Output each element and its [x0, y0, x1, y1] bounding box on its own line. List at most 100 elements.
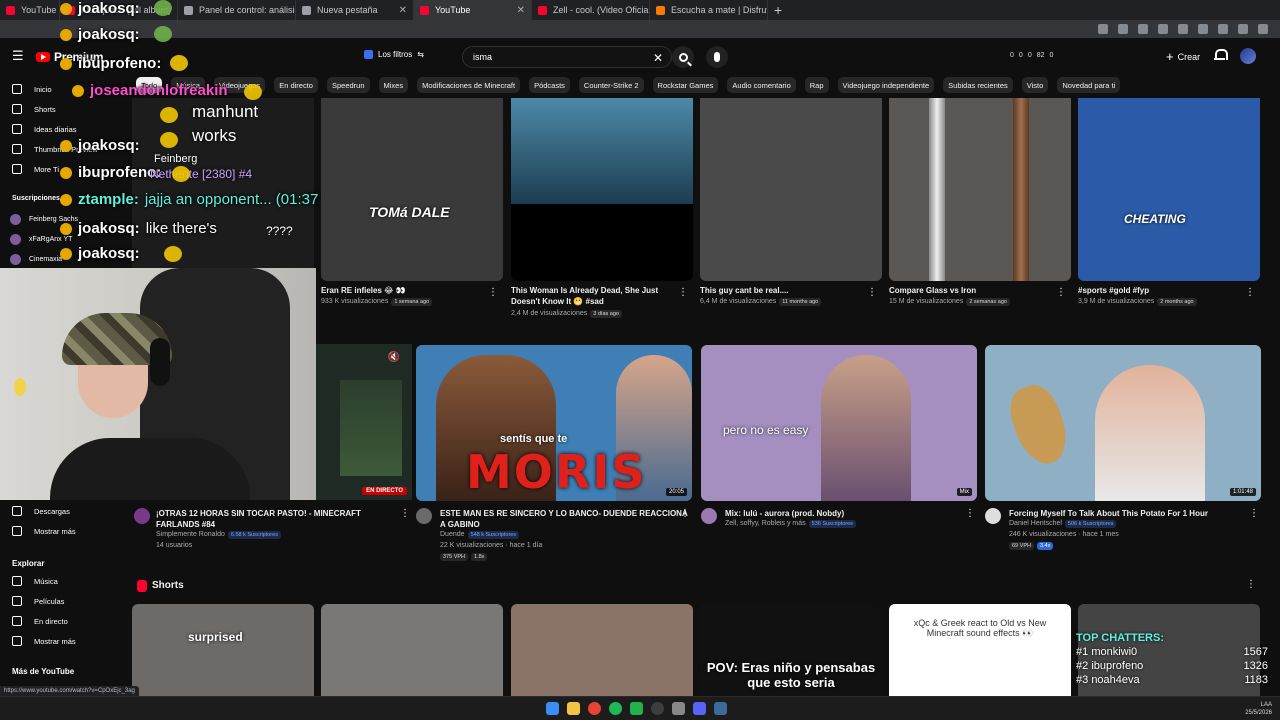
video-thumbnail[interactable]: 1:01:48 — [985, 345, 1261, 501]
filters-button[interactable]: Los filtros ⇆ — [364, 50, 424, 59]
search-input[interactable] — [473, 52, 643, 62]
create-button[interactable]: + Crear — [1166, 49, 1200, 64]
browser-tab[interactable]: Escucha a mate | Disfruta de la✕ — [650, 0, 768, 20]
extension-icon[interactable] — [1138, 24, 1148, 34]
steam-icon[interactable] — [714, 702, 727, 715]
file-explorer-icon[interactable] — [567, 702, 580, 715]
chip-6[interactable]: Modificaciones de Minecraft — [417, 77, 521, 93]
app-icon[interactable] — [672, 702, 685, 715]
video-menu-icon[interactable]: ⋮ — [867, 287, 877, 298]
video-title[interactable]: Mix: lulú - aurora (prod. Nobdy) — [725, 508, 975, 519]
extension-icon[interactable] — [1158, 24, 1168, 34]
video-menu-icon[interactable]: ⋮ — [680, 508, 690, 519]
sidebar-item[interactable]: Ideas diarias — [12, 124, 77, 134]
video-menu-icon[interactable]: ⋮ — [488, 287, 498, 298]
bookmark-star-icon[interactable] — [1118, 24, 1128, 34]
video-title[interactable]: This Woman Is Already Dead, She Just Doe… — [511, 285, 676, 307]
search-button[interactable] — [672, 46, 694, 68]
sidebar-item[interactable]: Mostrar más — [12, 526, 76, 536]
menu-dots-icon[interactable] — [1258, 24, 1268, 34]
short-thumbnail[interactable]: xQc & Greek react to Old vs New Minecraf… — [889, 604, 1071, 696]
account-avatar[interactable] — [1240, 48, 1256, 64]
chip-7[interactable]: Pódcasts — [529, 77, 570, 93]
video-title[interactable]: Compare Glass vs Iron — [889, 285, 1054, 296]
sidebar-item[interactable]: En directo — [12, 616, 68, 626]
video-thumbnail[interactable]: pero no es easy Mix — [701, 345, 977, 501]
channel-avatar[interactable] — [985, 508, 1001, 524]
browser-tab[interactable]: Zell - cool. (Video Oficial) - You✕ — [532, 0, 650, 20]
browser-tab[interactable]: Nueva pestaña ✕ — [296, 0, 414, 20]
short-thumbnail[interactable] — [511, 604, 693, 696]
start-windows-icon[interactable] — [546, 702, 559, 715]
video-thumbnail[interactable]: 🔇 EN DIRECTO — [316, 344, 412, 500]
hamburger-menu-icon[interactable]: ☰ — [12, 49, 24, 62]
minecraft-icon[interactable] — [630, 702, 643, 715]
chrome-icon[interactable] — [588, 702, 601, 715]
video-thumbnail[interactable]: sentís que te MORIS 20:05 — [416, 345, 692, 501]
video-menu-icon[interactable]: ⋮ — [1056, 287, 1066, 298]
voice-search-button[interactable] — [706, 46, 728, 68]
video-thumbnail[interactable] — [889, 98, 1071, 281]
sidebar-item[interactable]: More Ti — [12, 164, 59, 174]
video-thumbnail[interactable] — [700, 98, 882, 281]
extension-icon[interactable] — [1218, 24, 1228, 34]
chip-12[interactable]: Videojuego independiente — [837, 77, 935, 93]
video-menu-icon[interactable]: ⋮ — [678, 287, 688, 298]
sidebar-item[interactable]: Películas — [12, 596, 64, 606]
sidebar-item[interactable]: Descargas — [12, 506, 70, 516]
video-menu-icon[interactable]: ⋮ — [965, 508, 975, 519]
video-title[interactable]: Forcing Myself To Talk About This Potato… — [1009, 508, 1259, 519]
channel-name[interactable]: Duende — [440, 531, 465, 538]
video-thumbnail[interactable]: CHEATING — [1078, 98, 1260, 281]
sidebar-item[interactable]: Inicio — [12, 84, 52, 94]
sidebar-item[interactable]: Mostrar más — [12, 636, 76, 646]
short-thumbnail[interactable]: POV: Eras niño y pensabas que esto seria — [700, 604, 882, 696]
chip-11[interactable]: Rap — [804, 77, 829, 93]
chip-4[interactable]: Speedrun — [326, 77, 370, 93]
chip-13[interactable]: Subidas recientes — [943, 77, 1013, 93]
cast-icon[interactable] — [1098, 24, 1108, 34]
clear-search-icon[interactable]: ✕ — [653, 51, 663, 65]
video-title[interactable]: This guy cant be real.... — [700, 285, 865, 296]
video-menu-icon[interactable]: ⋮ — [1249, 508, 1259, 519]
short-thumbnail[interactable]: surprised — [132, 604, 314, 696]
tab-close-icon[interactable]: ✕ — [399, 5, 407, 16]
new-tab-icon[interactable]: + — [768, 2, 788, 18]
chip-3[interactable]: En directo — [274, 77, 318, 93]
video-title[interactable]: #sports #gold #fyp — [1078, 285, 1243, 296]
chip-10[interactable]: Audio comentario — [727, 77, 796, 93]
browser-tab[interactable]: YouTube✕ — [0, 0, 60, 20]
chip-5[interactable]: Mixes — [378, 77, 409, 93]
shorts-more-icon[interactable]: ⋮ — [1246, 579, 1256, 590]
sidebar-item[interactable]: Música — [12, 576, 58, 586]
channel-name[interactable]: Zell, soffyy, Robleis y más — [725, 520, 806, 527]
channel-name[interactable]: Simplemente Ronaldo — [156, 531, 225, 538]
chip-8[interactable]: Counter-Strike 2 — [578, 77, 644, 93]
channel-avatar[interactable] — [416, 508, 432, 524]
notifications-bell-icon[interactable] — [1214, 49, 1228, 61]
browser-tab[interactable]: YouTube✕ — [414, 0, 532, 20]
extension-icon[interactable] — [1178, 24, 1188, 34]
discord-icon[interactable] — [693, 702, 706, 715]
obs-icon[interactable] — [651, 702, 664, 715]
extension-icon[interactable] — [1198, 24, 1208, 34]
mute-icon[interactable]: 🔇 — [388, 352, 400, 363]
spotify-icon[interactable] — [609, 702, 622, 715]
video-thumbnail[interactable]: TOMá DALE — [321, 98, 503, 281]
chip-15[interactable]: Novedad para ti — [1057, 77, 1121, 93]
channel-avatar[interactable] — [134, 508, 150, 524]
channel-name[interactable]: Daniel Hentschel — [1009, 520, 1062, 527]
tab-close-icon[interactable]: ✕ — [517, 5, 525, 16]
video-menu-icon[interactable]: ⋮ — [1245, 287, 1255, 298]
video-title[interactable]: Eran RE infieles 😂 👀 — [321, 285, 486, 296]
profile-icon[interactable] — [1238, 24, 1248, 34]
subscription-item[interactable]: Cinemaxia — [10, 254, 62, 265]
sidebar-item[interactable]: Shorts — [12, 104, 56, 114]
short-thumbnail[interactable] — [321, 604, 503, 696]
video-thumbnail[interactable] — [511, 98, 693, 281]
channel-avatar[interactable] — [701, 508, 717, 524]
browser-tab[interactable]: Panel de control: análisis de en✕ — [178, 0, 296, 20]
video-menu-icon[interactable]: ⋮ — [400, 508, 410, 519]
chip-14[interactable]: Visto — [1021, 77, 1049, 93]
chip-9[interactable]: Rockstar Games — [652, 77, 719, 93]
